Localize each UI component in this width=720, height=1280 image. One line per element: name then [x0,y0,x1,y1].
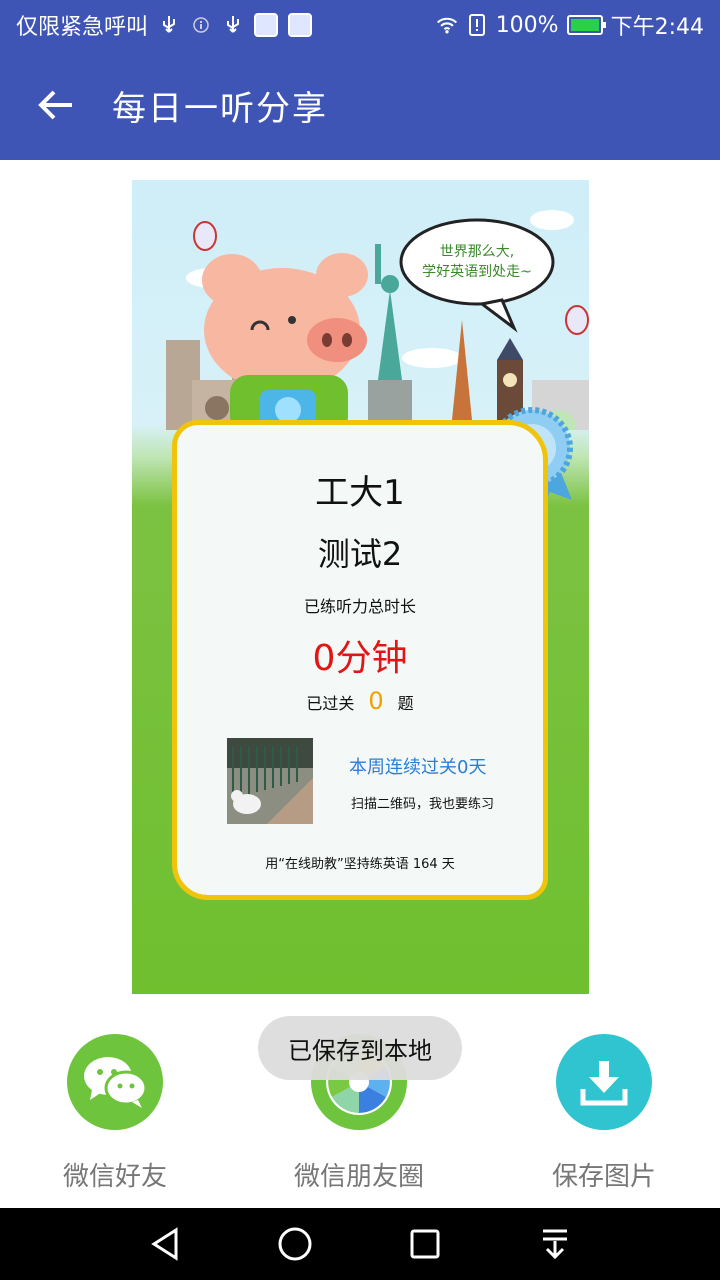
scan-tip: 扫描二维码，我也要练习 [351,797,495,812]
nav-back-button[interactable] [135,1214,195,1274]
share-label: 微信好友 [62,1162,167,1192]
name-line-2: 测试2 [317,535,403,573]
share-wechat-friend-button[interactable]: 微信好友 [15,1030,215,1193]
share-label: 保存图片 [551,1162,656,1192]
screen: 仅限紧急呼叫 100% 下午2:44 每日一听分享 世界那么大, 学好英语到处走… [0,0,720,1280]
nav-recents-button[interactable] [395,1214,455,1274]
app-badge-icon [254,13,279,37]
weekly-streak: 本周连续过关0天 [349,757,487,778]
wifi-icon [436,14,458,36]
practice-days-tip: 用“在线助教”坚持练英语 164 天 [265,857,455,872]
status-bar: 仅限紧急呼叫 100% 下午2:44 [0,0,720,50]
recents-square-icon [410,1229,440,1259]
info-icon [190,14,212,36]
toast-message: 已保存到本地 [258,1016,462,1080]
usb-icon [222,14,244,36]
notification-pull-icon [543,1229,567,1260]
battery-percent: 100% [495,12,559,38]
passed-prefix: 已过关 [306,694,355,713]
share-poster: 世界那么大, 学好英语到处走~ 工大1 测试2 已练听力总时长 0分钟 已过关 [132,180,589,994]
svg-text:世界那么大,: 世界那么大, [440,244,514,260]
clock: 下午2:44 [610,15,704,40]
arrow-left-icon [38,90,72,120]
name-line-1: 工大1 [315,473,405,513]
page-title: 每日一听分享 [112,88,328,129]
back-triangle-icon [151,1227,178,1261]
navigation-bar [0,1208,720,1280]
app-badge-icon [288,13,313,37]
save-image-button[interactable]: 保存图片 [504,1030,704,1193]
wechat-icon [67,1034,163,1130]
svg-text:学好英语到处走~: 学好英语到处走~ [422,263,532,280]
duration-value: 0分钟 [312,638,408,679]
passed-count: 0 [368,687,384,715]
nav-notification-button[interactable] [525,1214,585,1274]
usb-icon [158,14,180,36]
qr-code-image [227,738,313,824]
emergency-call-text: 仅限紧急呼叫 [16,15,149,40]
download-icon [556,1034,652,1130]
passed-suffix: 题 [397,694,414,713]
duration-label: 已练听力总时长 [303,597,416,616]
achievement-card: 工大1 测试2 已练听力总时长 0分钟 已过关 0 题 本周连续过关0天 扫描二… [172,420,548,900]
back-button[interactable] [0,50,112,160]
nav-home-button[interactable] [265,1214,325,1274]
app-bar: 每日一听分享 [0,50,720,160]
battery-icon [566,15,606,35]
passed-row: 已过关 0 题 [177,687,543,715]
share-label: 微信朋友圈 [293,1162,424,1192]
home-circle-icon [278,1227,312,1261]
sim-alert-icon [466,14,488,36]
